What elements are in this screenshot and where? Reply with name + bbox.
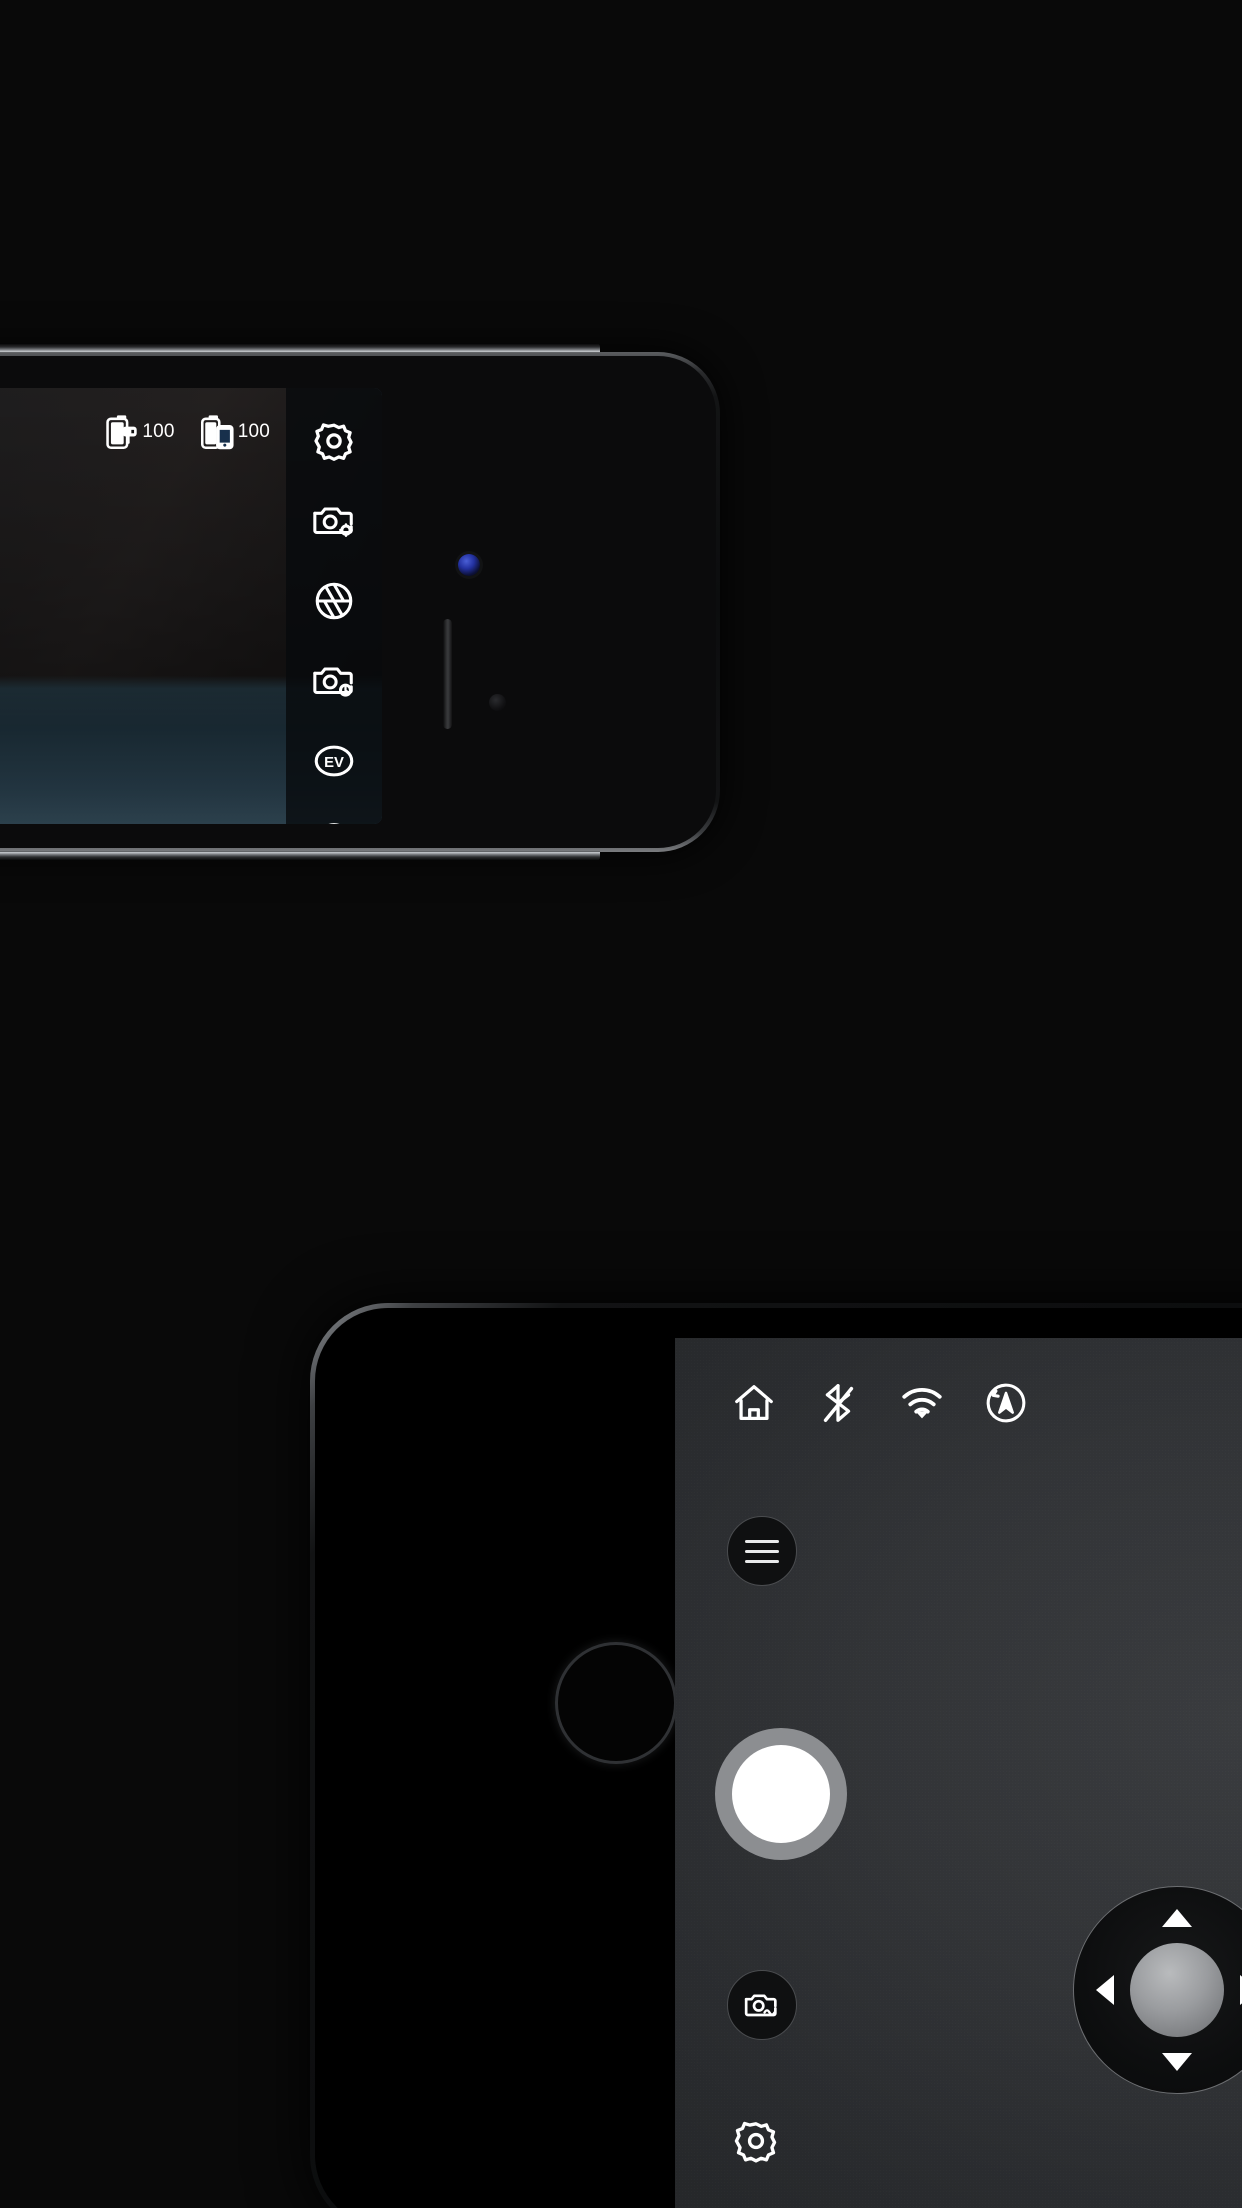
battery-status-group: 100 100	[105, 414, 270, 450]
right-control-rail: EV ISO	[286, 388, 382, 824]
phone-2-app-screen: 分辨率 FPS 间隔	[675, 1338, 1242, 2208]
ev-icon[interactable]: EV	[311, 738, 357, 784]
gimbal-battery-value: 100	[142, 421, 175, 442]
phone-1-front-glass: EV ISO	[0, 356, 716, 848]
iso-icon[interactable]: ISO	[311, 818, 357, 824]
direction-pad[interactable]	[1073, 1886, 1242, 2094]
phone-1-device: EV ISO	[0, 343, 720, 861]
camera-motion-icon[interactable]	[727, 1970, 797, 2040]
menu-bar	[745, 1549, 779, 1553]
phone-battery-group: 100	[200, 414, 270, 450]
gimbal-battery-icon	[106, 415, 138, 449]
settings-gear-icon[interactable]	[731, 2116, 781, 2166]
dpad-up-arrow[interactable]	[1162, 1909, 1192, 1927]
compass-icon[interactable]	[983, 1380, 1029, 1426]
menu-bar	[745, 1539, 779, 1543]
wifi-icon[interactable]	[899, 1380, 945, 1426]
home-button[interactable]	[555, 1642, 677, 1764]
menu-bar	[745, 1559, 779, 1563]
home-icon[interactable]	[731, 1380, 777, 1426]
top-status-icon-row	[731, 1380, 1029, 1426]
joystick-knob[interactable]	[1130, 1943, 1224, 2037]
gimbal-battery-group: 100	[105, 414, 174, 450]
screenshot-stage: EV ISO	[0, 0, 1242, 2208]
svg-text:EV: EV	[324, 755, 344, 771]
phone-1-bottom-metal-edge	[0, 851, 600, 861]
shutter-button-core	[732, 1745, 830, 1843]
shutter-button[interactable]	[715, 1728, 847, 1860]
bluetooth-off-icon[interactable]	[815, 1380, 861, 1426]
settings-gear-icon[interactable]	[311, 418, 357, 464]
phone-battery-icon	[200, 415, 234, 450]
dpad-left-arrow[interactable]	[1096, 1975, 1114, 2005]
front-camera-lens-icon	[458, 554, 480, 576]
phone-2-front-glass: 分辨率 FPS 间隔	[315, 1308, 1242, 2208]
aperture-icon[interactable]	[311, 578, 357, 624]
hamburger-menu-icon[interactable]	[727, 1516, 797, 1586]
earpiece-speaker-icon	[443, 619, 452, 729]
camera-settings-icon[interactable]	[311, 498, 357, 544]
phone-2-device: 分辨率 FPS 间隔	[310, 1303, 1242, 2208]
phone-1-top-metal-edge	[0, 343, 600, 353]
phone-1-app-screen: EV ISO	[0, 388, 382, 824]
dpad-down-arrow[interactable]	[1162, 2053, 1192, 2071]
phone-battery-value: 100	[237, 421, 270, 442]
proximity-sensor-icon	[489, 694, 506, 711]
camera-timer-icon[interactable]	[311, 658, 357, 704]
